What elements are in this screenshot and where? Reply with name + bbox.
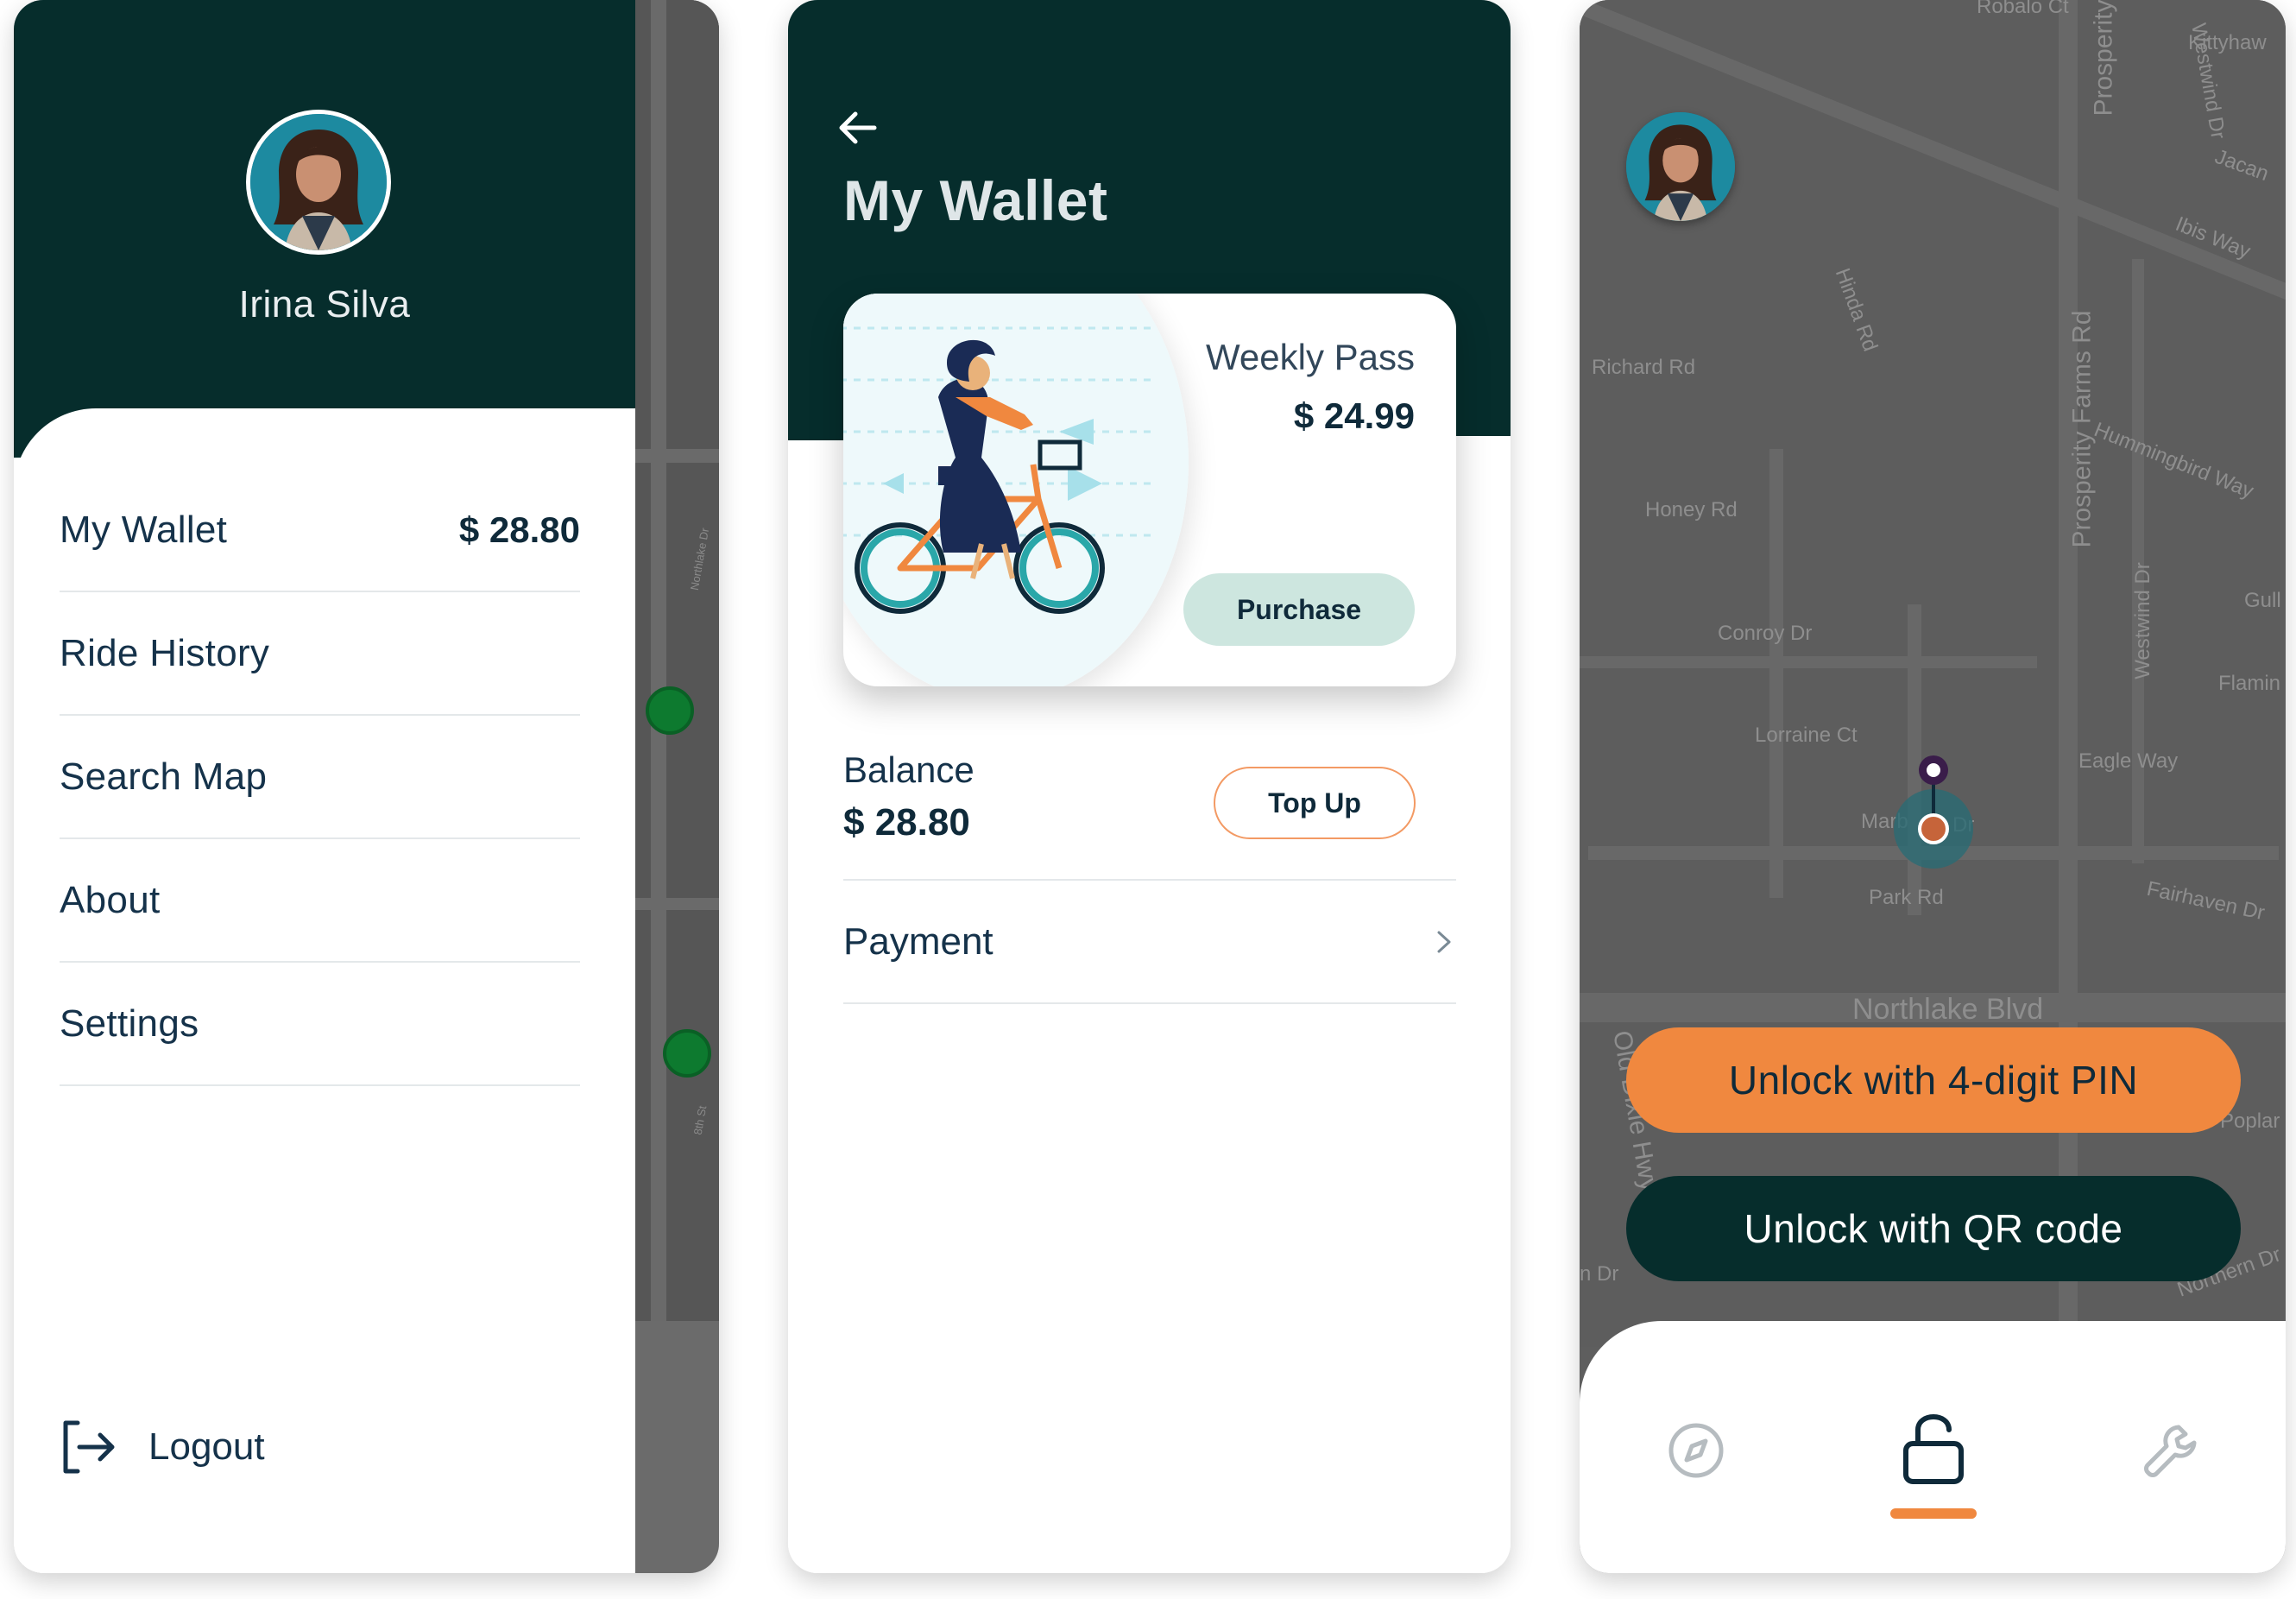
- page-title: My Wallet: [843, 168, 1108, 232]
- logout-button[interactable]: Logout: [55, 1416, 265, 1478]
- menu-item-search-map[interactable]: Search Map: [60, 716, 580, 839]
- street-label: Park Rd: [1869, 886, 1944, 909]
- unlock-pin-button[interactable]: Unlock with 4-digit PIN: [1626, 1027, 2241, 1133]
- menu-item-label: Settings: [60, 1002, 199, 1045]
- nav-compass[interactable]: [1666, 1420, 1726, 1485]
- street-label: Jacan: [2211, 144, 2272, 186]
- avatar[interactable]: [1626, 112, 1735, 221]
- divider: [843, 879, 1456, 881]
- menu-screen: Northlake Dr 8th St Irina Silva My Walle…: [14, 0, 719, 1573]
- menu-item-about[interactable]: About: [60, 839, 580, 963]
- back-button[interactable]: [835, 105, 880, 155]
- profile-photo: [1626, 112, 1735, 221]
- map-pin-icon: [1894, 755, 1973, 869]
- menu-item-label: My Wallet: [60, 508, 228, 551]
- menu-item-label: About: [60, 878, 161, 921]
- menu-item-label: Ride History: [60, 631, 270, 674]
- street-label: Honey Rd: [1645, 498, 1738, 521]
- avatar[interactable]: [246, 110, 391, 255]
- unlock-qr-button[interactable]: Unlock with QR code: [1626, 1176, 2241, 1281]
- street-label: Lorraine Ct: [1755, 724, 1858, 747]
- profile-photo: [250, 114, 387, 250]
- wallet-screen: My Wallet Weekly Pass $ 24.99 Purchase B…: [788, 0, 1511, 1573]
- pass-illustration: [843, 294, 1189, 686]
- user-name: Irina Silva: [238, 283, 411, 325]
- pass-name: Weekly Pass: [1206, 337, 1415, 377]
- street-label: Eagle Way: [2078, 749, 2179, 773]
- location-pin[interactable]: [1892, 751, 1975, 876]
- logout-icon: [63, 1420, 115, 1474]
- menu-item-my-wallet[interactable]: My Wallet $ 28.80: [60, 469, 580, 592]
- street-label: Richard Rd: [1592, 356, 1696, 379]
- balance-value: $ 28.80: [843, 801, 970, 844]
- wrench-icon: [2144, 1425, 2197, 1477]
- menu-item-label: Search Map: [60, 755, 268, 798]
- street-label: Prosperity Farms Rd: [2067, 310, 2097, 548]
- street-label: Gull: [2244, 589, 2281, 612]
- street-label: Northlake Blvd: [1852, 993, 2044, 1026]
- payment-row[interactable]: Payment: [843, 882, 1456, 1004]
- side-drawer: Irina Silva My Wallet $ 28.80 Ride Histo…: [14, 0, 635, 1573]
- balance-label: Balance: [843, 749, 975, 790]
- street-label: Prosperity: [2089, 0, 2118, 117]
- map-screen: Robalo Ct Kittyhaw Westwind Dr Jacan Ibi…: [1580, 0, 2286, 1573]
- weekly-pass-card[interactable]: Weekly Pass $ 24.99 Purchase: [843, 294, 1456, 686]
- compass-icon: [1668, 1423, 1724, 1478]
- arrow-left-icon: [839, 111, 877, 144]
- street-label: n Dr: [1580, 1262, 1619, 1286]
- street-label: Hinda Rd: [1830, 265, 1883, 355]
- street-label: Westwind Dr: [2130, 562, 2154, 679]
- street-label: Flamin: [2218, 672, 2281, 695]
- top-up-button[interactable]: Top Up: [1214, 767, 1416, 839]
- map-marker-green[interactable]: [663, 1029, 711, 1078]
- active-tab-indicator: [1890, 1508, 1977, 1519]
- nav-unlock[interactable]: [1899, 1409, 1968, 1491]
- payment-label: Payment: [843, 920, 993, 963]
- chevron-right-icon: [1437, 931, 1451, 953]
- nav-tools[interactable]: [2141, 1420, 2201, 1485]
- logout-label: Logout: [148, 1425, 265, 1468]
- pass-price: $ 24.99: [1293, 395, 1415, 436]
- menu-item-ride-history[interactable]: Ride History: [60, 592, 580, 716]
- purchase-button[interactable]: Purchase: [1183, 573, 1415, 646]
- unlock-icon: [1903, 1414, 1964, 1484]
- street-label: Hummingbird Way: [2091, 418, 2257, 503]
- street-label: Conroy Dr: [1718, 622, 1813, 645]
- wallet-balance: $ 28.80: [458, 509, 580, 550]
- street-label: Robalo Ct: [1977, 0, 2069, 18]
- map-background-strip: Northlake Dr 8th St: [634, 0, 719, 1321]
- menu-item-settings[interactable]: Settings: [60, 963, 580, 1086]
- map-marker-green[interactable]: [646, 686, 694, 735]
- cyclist-illustration: [843, 294, 1189, 686]
- street-label: Fairhaven Dr: [2144, 876, 2268, 926]
